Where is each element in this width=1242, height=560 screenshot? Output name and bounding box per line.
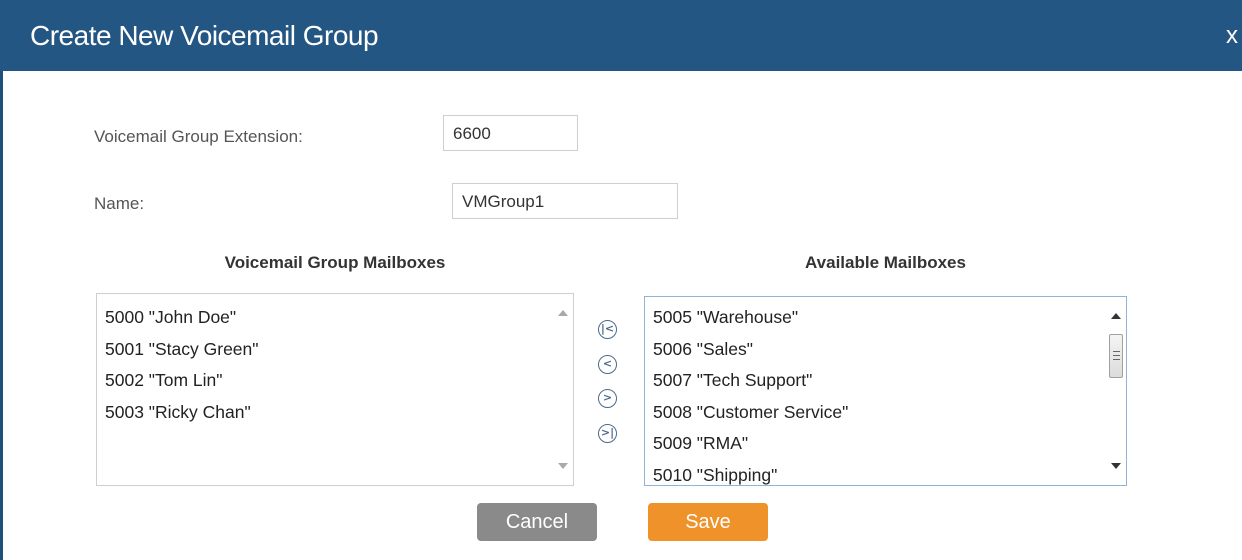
scroll-up-icon[interactable]: [1111, 313, 1121, 319]
move-left-button[interactable]: <: [598, 355, 617, 374]
group-list-scrollbar[interactable]: [553, 294, 573, 485]
list-item[interactable]: 5005 "Warehouse": [653, 302, 848, 334]
available-mailboxes-heading: Available Mailboxes: [805, 253, 966, 272]
grip-line: [1113, 355, 1120, 356]
available-mailboxes-list[interactable]: 5005 "Warehouse" 5006 "Sales" 5007 "Tech…: [644, 296, 1127, 486]
dialog-left-border: [0, 0, 3, 560]
extension-label: Voicemail Group Extension:: [94, 127, 303, 146]
list-item[interactable]: 5010 "Shipping": [653, 460, 848, 486]
list-item[interactable]: 5002 "Tom Lin": [105, 365, 258, 397]
close-button[interactable]: x: [1226, 22, 1238, 50]
name-input[interactable]: VMGroup1: [452, 183, 678, 219]
group-mailboxes-list[interactable]: 5000 "John Doe" 5001 "Stacy Green" 5002 …: [96, 293, 574, 486]
grip-line: [1113, 359, 1120, 360]
extension-input[interactable]: 6600: [443, 115, 578, 151]
cancel-button[interactable]: Cancel: [477, 503, 597, 541]
list-item[interactable]: 5000 "John Doe": [105, 302, 258, 334]
save-button[interactable]: Save: [648, 503, 768, 541]
move-all-right-button[interactable]: >|: [598, 424, 617, 443]
group-mailboxes-items: 5000 "John Doe" 5001 "Stacy Green" 5002 …: [105, 302, 258, 428]
list-item[interactable]: 5001 "Stacy Green": [105, 334, 258, 366]
available-mailboxes-items: 5005 "Warehouse" 5006 "Sales" 5007 "Tech…: [653, 302, 848, 486]
name-label: Name:: [94, 194, 145, 213]
group-mailboxes-heading: Voicemail Group Mailboxes: [224, 253, 446, 272]
move-right-button[interactable]: >: [598, 389, 617, 408]
move-all-right-icon: >|: [600, 426, 615, 439]
scroll-thumb[interactable]: [1109, 334, 1123, 378]
move-right-icon: >: [602, 391, 613, 404]
scroll-down-icon[interactable]: [558, 463, 568, 469]
list-item[interactable]: 5007 "Tech Support": [653, 365, 848, 397]
scroll-up-icon[interactable]: [558, 310, 568, 316]
dialog-title: Create New Voicemail Group: [30, 20, 379, 51]
scroll-down-icon[interactable]: [1111, 463, 1121, 469]
available-list-scrollbar[interactable]: [1106, 297, 1126, 485]
grip-line: [1113, 351, 1120, 352]
voicemail-group-dialog: Create New Voicemail Group x Voicemail G…: [0, 0, 1242, 560]
move-all-left-icon: |<: [600, 322, 615, 335]
move-all-left-button[interactable]: |<: [598, 320, 617, 339]
list-item[interactable]: 5008 "Customer Service": [653, 397, 848, 429]
list-item[interactable]: 5009 "RMA": [653, 428, 848, 460]
move-left-icon: <: [602, 357, 613, 370]
list-item[interactable]: 5006 "Sales": [653, 334, 848, 366]
list-item[interactable]: 5003 "Ricky Chan": [105, 397, 258, 429]
dialog-titlebar: Create New Voicemail Group x: [0, 0, 1242, 71]
